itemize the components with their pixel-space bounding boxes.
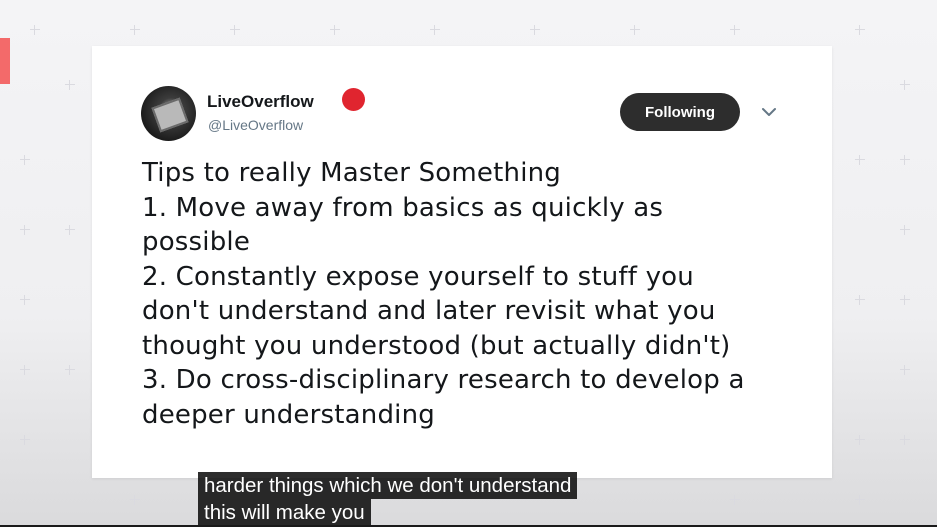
subtitle-captions: harder things which we don't understand … — [198, 472, 578, 526]
tweet-text-line: possible — [142, 227, 251, 257]
red-circle-icon — [342, 88, 365, 111]
tweet-text-line: thought you understood (but actually did… — [142, 330, 731, 361]
display-name[interactable]: LiveOverflow — [207, 92, 314, 112]
caption-line-2: this will make you — [198, 499, 371, 526]
tweet-text-line: 1. Move away from basics as quickly as — [142, 192, 664, 223]
tweet-card: LiveOverflow @LiveOverflow Following Tip… — [92, 46, 832, 478]
tweet-text-line: 3. Do cross-disciplinary research to dev… — [142, 365, 745, 395]
user-handle[interactable]: @LiveOverflow — [208, 117, 303, 133]
caption-line-1: harder things which we don't understand — [198, 472, 578, 499]
avatar-image — [151, 97, 189, 133]
tweet-text-line: don't understand and later revisit what … — [142, 296, 716, 326]
following-button[interactable]: Following — [620, 93, 740, 131]
avatar[interactable] — [141, 86, 196, 141]
red-accent-tab — [0, 38, 10, 84]
tweet-text-line: deeper understanding — [142, 399, 435, 430]
chevron-down-icon[interactable] — [759, 102, 779, 122]
tweet-text: Tips to really Master Something 1. Move … — [142, 156, 802, 432]
tweet-text-line: 2. Constantly expose yourself to stuff y… — [142, 261, 694, 292]
tweet-text-line: Tips to really Master Something — [142, 158, 562, 188]
